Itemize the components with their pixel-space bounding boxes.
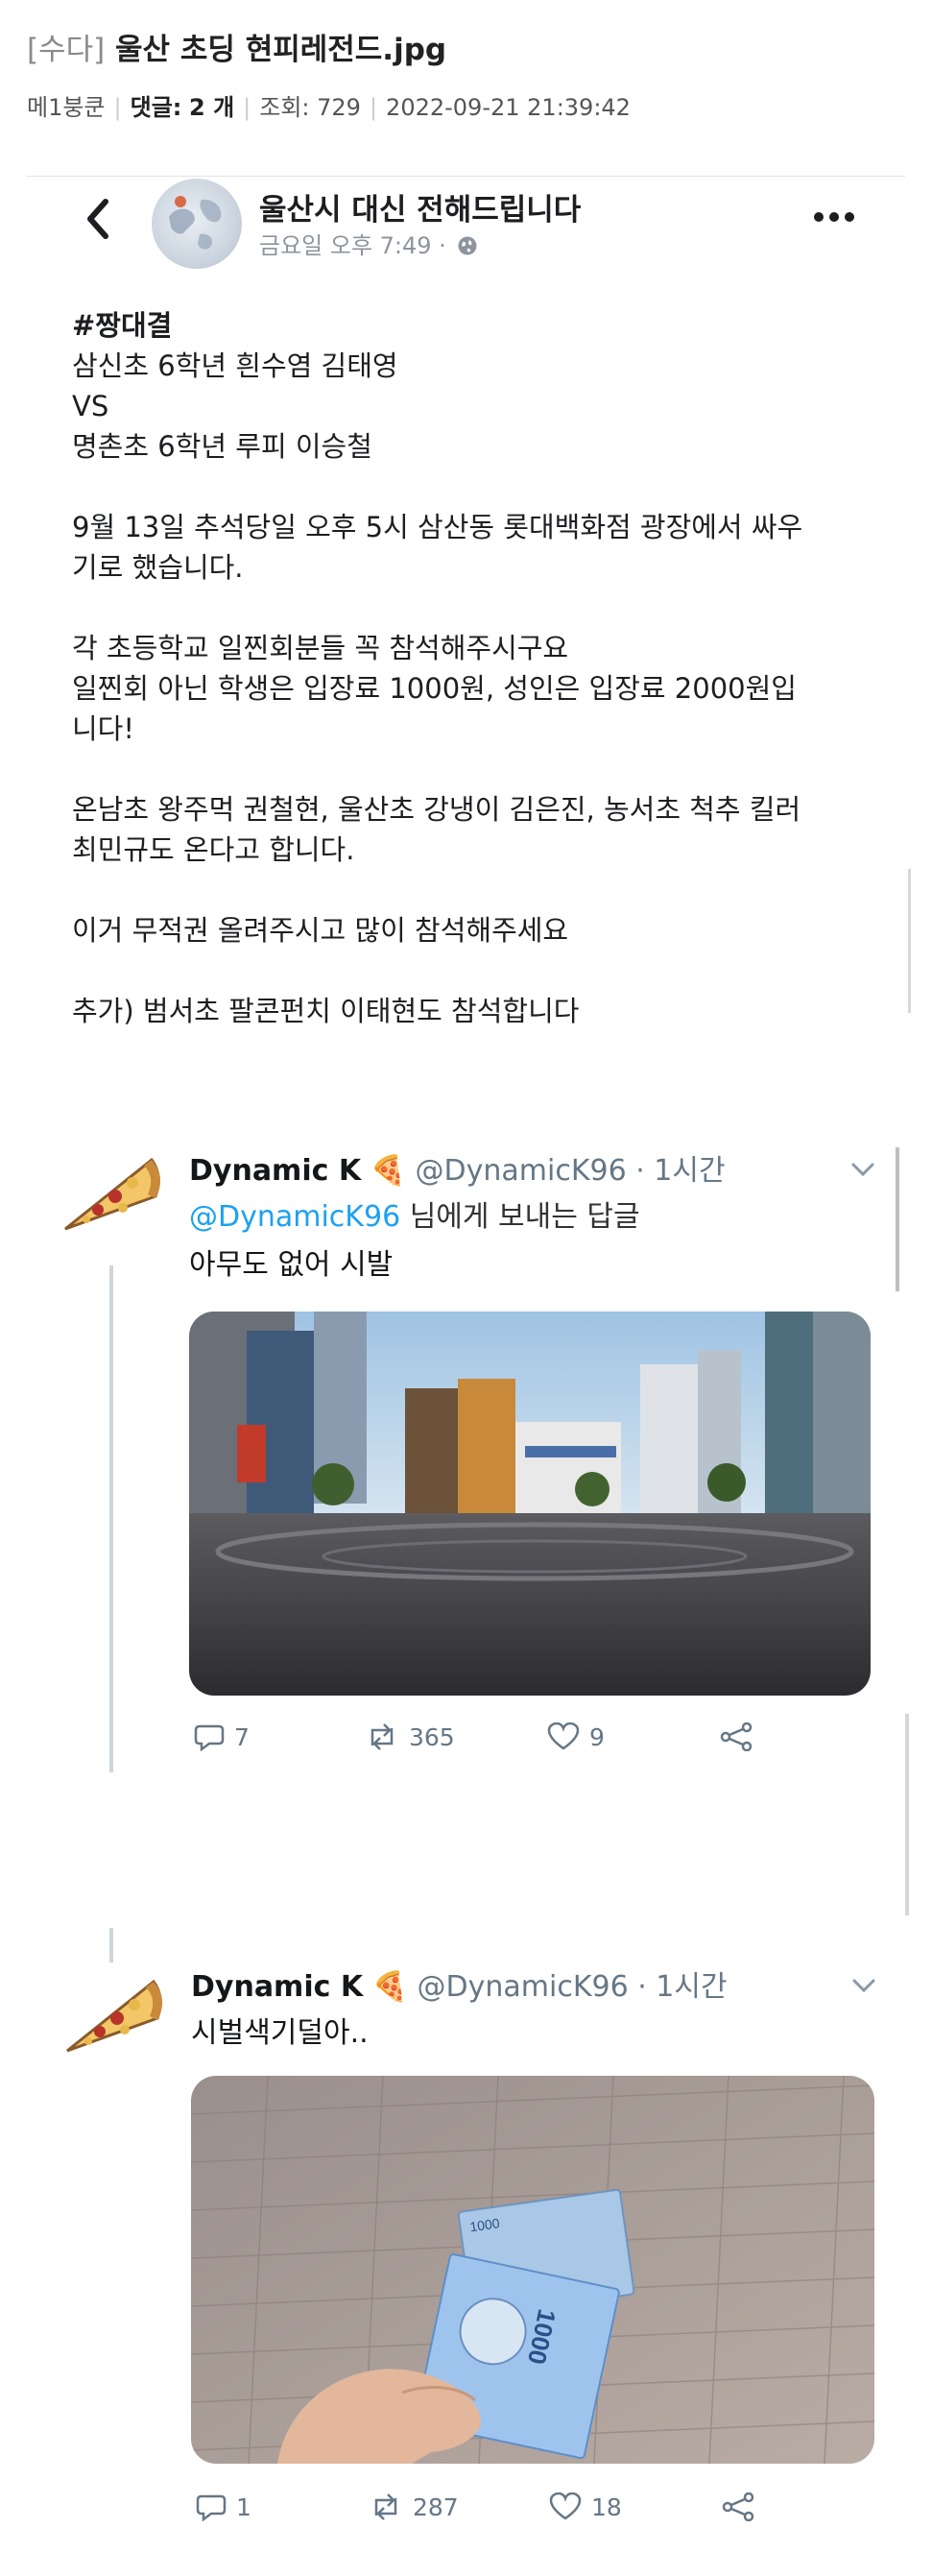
post-body: #짱대결 삼신초 6학년 흰수염 김태영 VS 명촌초 6학년 루피 이승철 9…	[72, 305, 859, 1071]
tweet-author-handle[interactable]: @DynamicK96	[416, 1154, 627, 1188]
reply-icon	[196, 2494, 227, 2521]
share-icon	[722, 2492, 754, 2521]
page: [수다] 울산 초딩 현피레전드.jpg 메1붕쿤 | 댓글: 2 개 | 조회: 72…	[0, 0, 932, 2576]
reply-count: 7	[234, 1722, 250, 1751]
tweet-photo-empty-plaza[interactable]	[189, 1312, 871, 1696]
post-paragraph: 각 초등학교 일찐회분들 꼭 참석해주시구요 일찐회 아닌 학생은 입장료 10…	[72, 628, 859, 749]
post-line: 9월 13일 추석당일 오후 5시 삼산동 롯대백화점 광장에서 싸우	[72, 511, 803, 543]
retweet-count: 365	[409, 1722, 455, 1751]
tweet-author-name[interactable]: Dynamic K	[189, 1154, 361, 1188]
post-time: 금요일 오후 7:49 ·	[259, 227, 478, 260]
back-arrow-icon[interactable]	[77, 190, 119, 248]
meta-divider: |	[243, 94, 251, 121]
tweet-text: 아무도 없어 시발	[189, 1248, 394, 1282]
share-action[interactable]	[722, 2492, 756, 2521]
chevron-down-icon[interactable]	[849, 1160, 876, 1179]
post-line: 삼신초 6학년 흰수염 김태영	[72, 349, 398, 382]
page-name[interactable]: 울산시 대신 전해드립니다	[259, 185, 581, 229]
retweet-action[interactable]: 365	[365, 1722, 455, 1751]
tweet-photo-banknotes[interactable]: 1000 1000	[191, 2076, 874, 2464]
post-paragraph: 이거 무적권 올려주시고 많이 참석해주세요	[72, 910, 859, 951]
heart-icon	[547, 1722, 580, 1750]
meta-divider: |	[369, 94, 378, 121]
pizza-emoji-icon: 🍕	[371, 1970, 408, 2004]
tweet-text: 시벌색기덜아..	[191, 2016, 369, 2050]
post-time-text: 금요일 오후 7:49 ·	[259, 232, 446, 259]
tweet-actions: 1 287 18	[196, 2492, 791, 2531]
post-line: 명촌초 6학년 루피 이승철	[72, 430, 372, 463]
post-paragraph: #짱대결 삼신초 6학년 흰수염 김태영 VS 명촌초 6학년 루피 이승철	[72, 305, 859, 467]
scrollbar[interactable]	[908, 869, 911, 1013]
comments-label: 댓글:	[130, 94, 182, 121]
retweet-action[interactable]: 287	[369, 2492, 459, 2521]
like-count: 9	[589, 1722, 605, 1751]
meta-divider: |	[113, 94, 122, 121]
views-count: 729	[317, 94, 361, 121]
globe-map-icon	[169, 196, 222, 250]
post-datetime: 2022-09-21 21:39:42	[386, 94, 631, 121]
tweet-header: Dynamic K 🍕 @DynamicK96 · 1시간	[189, 1146, 726, 1189]
post-line: VS	[72, 390, 109, 422]
tweet-actions: 7 365 9	[194, 1722, 789, 1761]
post-line: 기로 했습니다.	[72, 551, 244, 584]
scrollbar[interactable]	[905, 1714, 909, 1915]
share-action[interactable]	[720, 1722, 754, 1751]
retweet-icon	[370, 1723, 394, 1750]
pizza-emoji-icon: 🍕	[370, 1154, 406, 1188]
post-line: 온남초 왕주먹 권철현, 울산초 강냉이 김은진, 농서초 척추 킬러	[72, 793, 801, 826]
tweet-author-handle[interactable]: @DynamicK96	[418, 1970, 629, 2004]
post-category: [수다]	[27, 33, 106, 67]
post-title: [수다] 울산 초딩 현피레전드.jpg	[27, 25, 446, 68]
retweet-icon	[374, 2493, 397, 2520]
scrollbar[interactable]	[896, 1147, 899, 1291]
thread-line	[109, 1265, 113, 1772]
tweet-author-name[interactable]: Dynamic K	[191, 1970, 363, 2004]
reply-icon	[194, 1724, 225, 1751]
post-author[interactable]: 메1붕쿤	[27, 94, 106, 121]
post-line: 이거 무적권 올려주시고 많이 참석해주세요	[72, 914, 569, 947]
post-paragraph: 추가) 범서초 팔콘펀치 이태현도 참석합니다	[72, 991, 859, 1031]
post-line: 각 초등학교 일찐회분들 꼭 참석해주시구요	[72, 632, 569, 664]
hashtag[interactable]: #짱대결	[72, 309, 172, 342]
reply-to-label: 님에게 보내는 답글	[400, 1200, 640, 1234]
post-line: 추가) 범서초 팔콘펀치 이태현도 참석합니다	[72, 995, 580, 1027]
reply-action[interactable]: 7	[194, 1722, 250, 1751]
post-line: 일찐회 아닌 학생은 입장료 1000원, 성인은 입장료 2000원입	[72, 672, 797, 705]
post-meta: 메1붕쿤 | 댓글: 2 개 | 조회: 729 | 2022-09-21 21:39:42	[27, 88, 631, 122]
like-action[interactable]: 18	[549, 2492, 622, 2521]
reply-action[interactable]: 1	[196, 2492, 251, 2521]
reply-count: 1	[236, 2492, 251, 2521]
reply-context: @DynamicK96 님에게 보내는 답글	[189, 1192, 640, 1235]
pizza-avatar-icon[interactable]	[58, 1970, 175, 2060]
tweet-time: · 1시간	[635, 1154, 726, 1188]
heart-icon	[549, 2492, 582, 2520]
post-line: 최민규도 온다고 합니다.	[72, 833, 355, 866]
tweet-time: · 1시간	[637, 1970, 728, 2004]
thread-line	[109, 1928, 113, 1962]
comments-count: 2 개	[189, 94, 235, 121]
reply-to-handle[interactable]: @DynamicK96	[189, 1200, 400, 1234]
like-count: 18	[591, 2492, 622, 2521]
retweet-count: 287	[413, 2492, 459, 2521]
like-action[interactable]: 9	[547, 1722, 605, 1751]
globe-icon	[458, 236, 477, 255]
more-options-icon[interactable]	[811, 209, 857, 225]
post-line: 니다!	[72, 712, 134, 745]
chevron-down-icon[interactable]	[850, 1976, 877, 1995]
share-icon	[720, 1722, 753, 1751]
pizza-avatar-icon[interactable]	[56, 1148, 173, 1239]
page-avatar[interactable]	[152, 179, 242, 269]
views-label: 조회:	[259, 94, 310, 121]
header-divider	[27, 176, 905, 177]
post-paragraph: 온남초 왕주먹 권철현, 울산초 강냉이 김은진, 농서초 척추 킬러 최민규도…	[72, 789, 859, 870]
post-title-text: 울산 초딩 현피레전드.jpg	[115, 33, 447, 67]
tweet-header: Dynamic K 🍕 @DynamicK96 · 1시간	[191, 1962, 728, 2005]
post-paragraph: 9월 13일 추석당일 오후 5시 삼산동 롯대백화점 광장에서 싸우 기로 했…	[72, 507, 859, 588]
